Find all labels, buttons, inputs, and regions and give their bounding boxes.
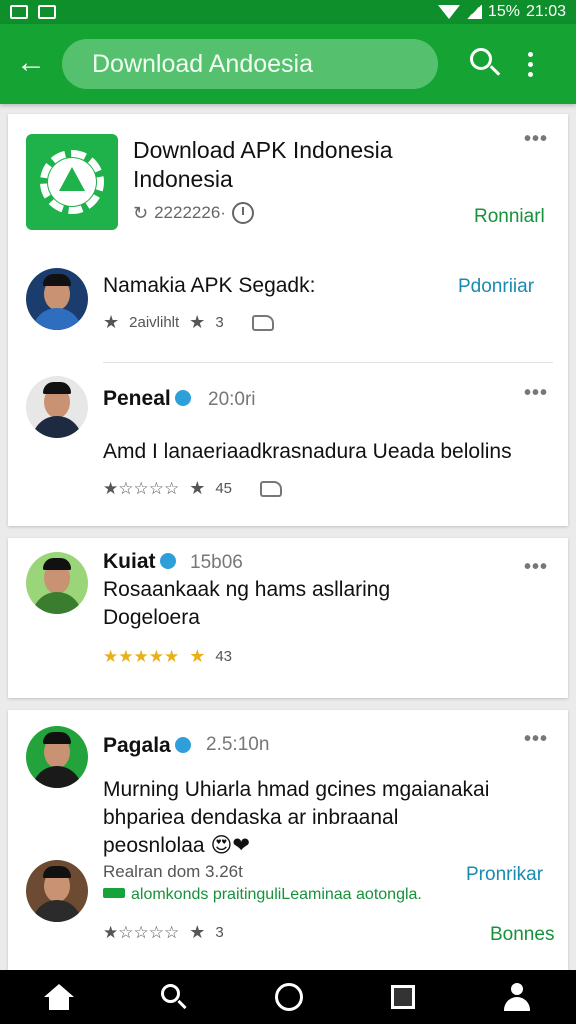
reviewer-name: Namakia APK Segadk: bbox=[103, 274, 316, 297]
star-icon: ★ bbox=[189, 478, 206, 498]
bottom-action-link[interactable]: Bonnes bbox=[490, 924, 554, 946]
avatar[interactable] bbox=[26, 552, 88, 614]
home-icon[interactable] bbox=[43, 984, 74, 1010]
reply-action-link[interactable]: Pronrikar bbox=[466, 864, 543, 886]
sync-icon: ↻ bbox=[133, 202, 149, 223]
wifi-icon bbox=[437, 5, 460, 19]
navigation-bar bbox=[0, 970, 576, 1024]
app-title[interactable]: Download APK Indonesia Indonesia bbox=[133, 136, 463, 194]
avatar[interactable] bbox=[26, 726, 88, 788]
review-text: Amd I lanaeriaadkrasnadura Ueada belolin… bbox=[103, 440, 512, 463]
search-query: Download Andoesia bbox=[92, 49, 313, 78]
reply-text: alomkonds praitinguliLeaminaa aotongla. bbox=[103, 886, 422, 904]
rating-row: ★☆☆☆☆ ★ 3 bbox=[103, 922, 224, 942]
reply-icon bbox=[103, 888, 125, 898]
thumb-up-icon[interactable] bbox=[260, 480, 283, 497]
star-rating: ★☆☆☆☆ bbox=[103, 922, 180, 942]
emoji-icons: 😍❤ bbox=[210, 834, 250, 857]
star-icon: ★ bbox=[189, 922, 206, 942]
app-icon[interactable] bbox=[26, 134, 118, 230]
profile-icon[interactable] bbox=[502, 983, 532, 1011]
search-icon[interactable] bbox=[161, 984, 187, 1010]
review-card: Kuiat 15b06 ••• Rosaankaak ng hams aslla… bbox=[8, 538, 568, 698]
rating-row: ★★★★★ ★ 43 bbox=[103, 646, 233, 666]
app-bar: ← Download Andoesia bbox=[0, 24, 576, 104]
back-arrow-icon[interactable]: ← bbox=[16, 46, 52, 82]
star-icon: ★ bbox=[189, 312, 206, 332]
image-notification-icon bbox=[38, 5, 56, 19]
reply-meta: Realran dom 3.26t bbox=[103, 862, 243, 881]
verified-icon bbox=[174, 390, 191, 406]
star-rating: ★☆☆☆☆ bbox=[103, 478, 180, 498]
reviewer-action-link[interactable]: Pdonriiar bbox=[458, 276, 534, 298]
app-card: ••• Download APK Indonesia Indonesia ↻ 2… bbox=[8, 114, 568, 526]
verified-icon bbox=[159, 553, 176, 569]
star-icon: ★ bbox=[103, 312, 120, 332]
search-input[interactable]: Download Andoesia bbox=[62, 39, 438, 89]
rating-row: ★ 2aivlihlt ★ 3 bbox=[103, 312, 274, 333]
battery-level: 15% bbox=[487, 3, 520, 20]
avatar[interactable] bbox=[26, 268, 88, 330]
gallery-notification-icon bbox=[10, 5, 28, 19]
search-icon[interactable] bbox=[466, 44, 506, 84]
app-action-link[interactable]: Ronniarl bbox=[474, 206, 545, 228]
clock-icon bbox=[231, 202, 254, 224]
review-author: Pagala bbox=[103, 734, 191, 758]
review-time: 15b06 bbox=[190, 552, 243, 573]
review-author: Peneal bbox=[103, 387, 191, 411]
home-button-icon[interactable] bbox=[274, 983, 303, 1011]
review-text: Rosaankaak ng hams asllaring Dogeloera bbox=[103, 578, 391, 629]
review-card: Pagala 2.5:10n ••• Murning Uhiarla hmad … bbox=[8, 710, 568, 970]
review-author: Kuiat bbox=[103, 550, 176, 574]
more-options-icon[interactable]: ••• bbox=[524, 128, 548, 151]
signal-icon bbox=[465, 5, 482, 19]
status-bar: 15% 21:03 bbox=[0, 0, 576, 24]
review-text: Murning Uhiarla hmad gcines mgaianakai b… bbox=[103, 778, 490, 857]
rating-row: ★☆☆☆☆ ★ 45 bbox=[103, 478, 283, 499]
verified-icon bbox=[174, 737, 191, 753]
more-options-icon[interactable]: ••• bbox=[524, 382, 548, 405]
app-meta: ↻ 2222226· bbox=[133, 202, 254, 224]
thumb-up-icon[interactable] bbox=[251, 314, 274, 331]
review-time: 2.5:10n bbox=[206, 734, 270, 755]
star-rating: ★★★★★ bbox=[103, 646, 180, 666]
more-options-icon[interactable] bbox=[528, 51, 534, 77]
review-time: 20:0ri bbox=[208, 389, 256, 410]
avatar[interactable] bbox=[26, 376, 88, 438]
more-options-icon[interactable]: ••• bbox=[524, 728, 548, 751]
clock-time: 21:03 bbox=[525, 3, 566, 20]
recent-apps-icon[interactable] bbox=[390, 985, 415, 1009]
avatar[interactable] bbox=[26, 860, 88, 922]
divider bbox=[103, 362, 553, 363]
star-icon: ★ bbox=[189, 646, 206, 666]
